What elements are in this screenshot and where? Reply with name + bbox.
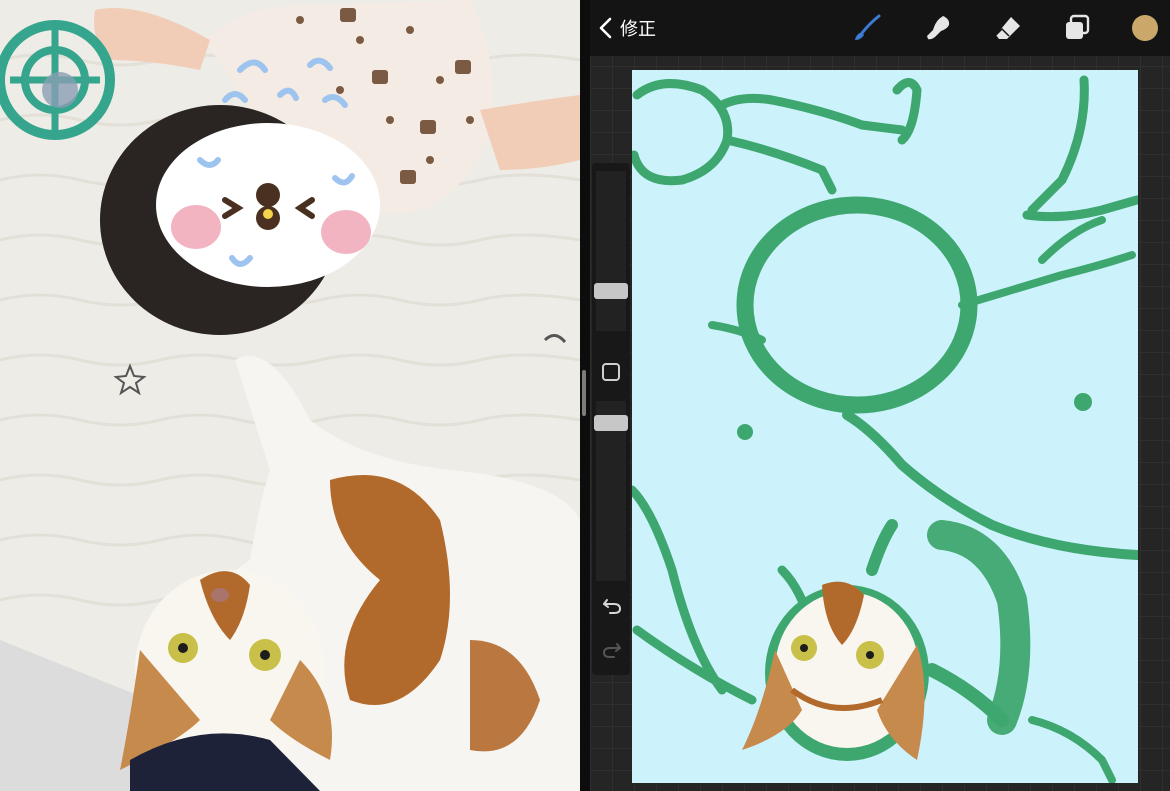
undo-icon — [603, 599, 622, 614]
square-icon[interactable] — [602, 363, 620, 381]
back-button-label: 修正 — [620, 19, 656, 40]
layers-icon — [1066, 14, 1090, 39]
redo-icon — [602, 643, 621, 658]
eraser-tool[interactable] — [993, 13, 1023, 43]
drawing-app: 修正 — [590, 0, 1170, 791]
brush-size-thumb[interactable] — [594, 283, 628, 299]
side-bar — [592, 163, 630, 675]
eraser-icon — [995, 17, 1020, 39]
top-toolbar: 修正 — [590, 0, 1170, 56]
brush-tool[interactable] — [852, 13, 882, 43]
reference-photo — [0, 0, 580, 791]
layers-tool[interactable] — [1062, 13, 1092, 43]
chevron-left-icon — [599, 17, 612, 39]
brush-icon — [855, 14, 881, 40]
opacity-thumb[interactable] — [594, 415, 628, 431]
undo-button[interactable] — [601, 595, 623, 617]
split-view-handle[interactable] — [582, 370, 586, 416]
back-button[interactable]: 修正 — [598, 12, 656, 44]
redo-button[interactable] — [601, 639, 623, 661]
drawing-canvas[interactable] — [632, 70, 1138, 783]
smudge-tool[interactable] — [923, 13, 953, 43]
smudge-icon — [927, 16, 950, 40]
brush-size-slider[interactable] — [596, 171, 626, 331]
color-picker-swatch[interactable] — [1132, 15, 1158, 41]
